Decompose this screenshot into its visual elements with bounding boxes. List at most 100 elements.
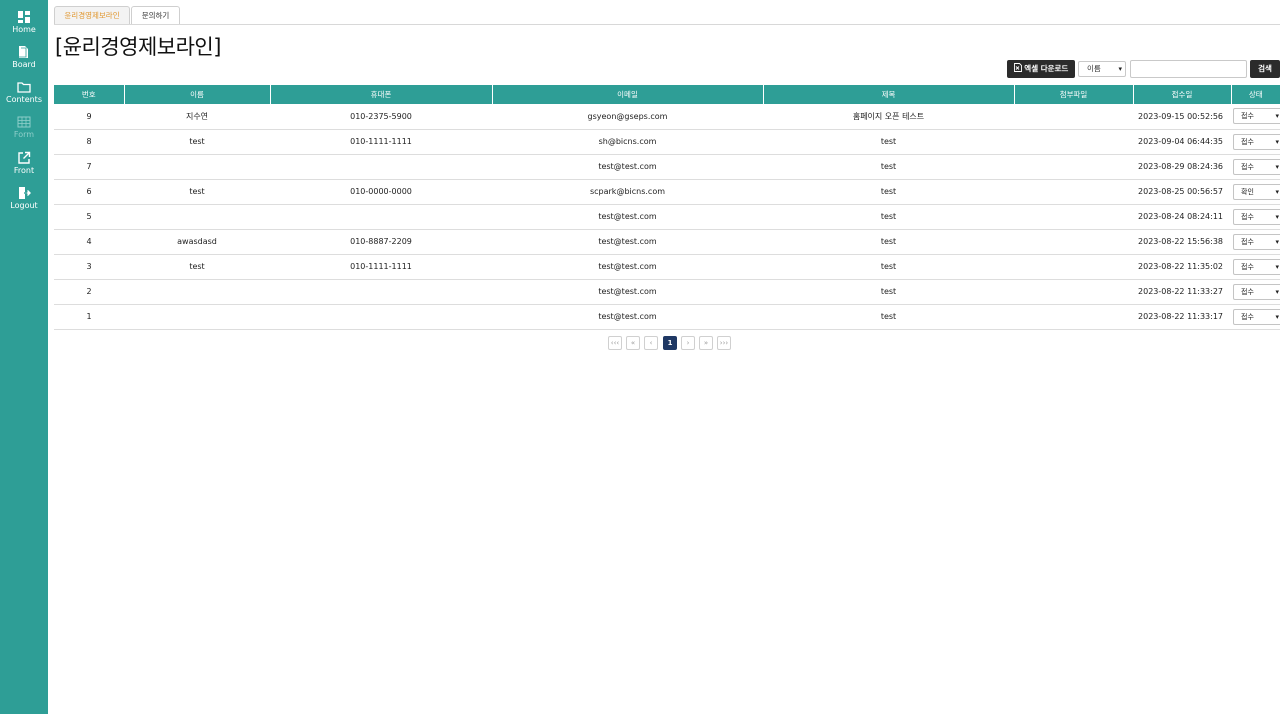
column-header-attachment: 첨부파일 [1014, 85, 1134, 104]
cell-date: 2023-08-22 11:33:17 [1133, 304, 1231, 330]
column-header-phone: 휴대폰 [270, 85, 493, 104]
cell-date: 2023-08-22 11:33:27 [1133, 279, 1231, 305]
table-row[interactable]: 3 test 010-1111-1111 test@test.com test 2023-… [54, 254, 1280, 280]
cell-email: test@test.com [492, 229, 763, 255]
cell-date: 2023-08-24 08:24:11 [1133, 204, 1231, 230]
cell-phone: 010-1111-1111 [270, 129, 492, 155]
cell-no: 2 [54, 279, 124, 305]
page-number-button[interactable]: 1 [663, 336, 677, 350]
cell-date: 2023-08-29 08:24:36 [1133, 154, 1231, 180]
status-value: 접수 [1241, 112, 1254, 121]
cell-status: 접수 ▾ [1231, 129, 1280, 155]
table-row[interactable]: 1 test@test.com test 2023-08-22 11:33:17 접수 ▾ [54, 304, 1280, 330]
sidebar-item-label: Logout [10, 201, 38, 210]
sidebar-item-form[interactable]: Form [0, 115, 48, 149]
cell-subject: test [763, 204, 1014, 230]
first-page-button[interactable]: ‹‹‹ [608, 336, 622, 350]
cell-attachment [1014, 129, 1133, 155]
status-select[interactable]: 접수 ▾ [1233, 108, 1280, 125]
cell-phone [270, 204, 492, 230]
status-value: 접수 [1241, 262, 1254, 271]
cell-status: 접수 ▾ [1231, 154, 1280, 180]
column-header-subject: 제목 [763, 85, 1015, 104]
cell-no: 6 [54, 179, 124, 205]
cell-no: 1 [54, 304, 124, 330]
chevron-down-icon: ▾ [1275, 312, 1279, 321]
cell-email: test@test.com [492, 254, 763, 280]
cell-email: test@test.com [492, 279, 763, 305]
prev-page-button[interactable]: ‹ [644, 336, 658, 350]
status-select[interactable]: 접수 ▾ [1233, 233, 1280, 250]
column-header-name: 이름 [124, 85, 271, 104]
cell-subject: 홈페이지 오픈 테스트 [763, 104, 1014, 130]
status-select[interactable]: 접수 ▾ [1233, 258, 1280, 275]
cell-attachment [1014, 154, 1133, 180]
cell-name [124, 279, 270, 305]
search-field-select[interactable]: 이름 ▾ [1078, 61, 1126, 77]
cell-date: 2023-08-22 11:35:02 [1133, 254, 1231, 280]
cell-no: 3 [54, 254, 124, 280]
sidebar-item-label: Contents [6, 95, 42, 104]
chevron-down-icon: ▾ [1275, 112, 1279, 121]
sidebar-item-label: Form [13, 130, 35, 139]
sidebar-item-label: Home [12, 25, 36, 34]
status-select[interactable]: 접수 ▾ [1233, 308, 1280, 325]
cell-no: 5 [54, 204, 124, 230]
chevron-down-icon: ▾ [1275, 237, 1279, 246]
status-select[interactable]: 접수 ▾ [1233, 208, 1280, 225]
cell-name: 지수연 [124, 104, 270, 130]
status-select[interactable]: 접수 ▾ [1233, 158, 1280, 175]
cell-subject: test [763, 129, 1014, 155]
table-row[interactable]: 4 awasdasd 010-8887-2209 test@test.com test 2… [54, 229, 1280, 255]
cell-status: 접수 ▾ [1231, 204, 1280, 230]
cell-attachment [1014, 229, 1133, 255]
tab-ethics-report[interactable]: 윤리경영제보라인 [54, 6, 130, 25]
column-header-date: 접수일 [1133, 85, 1232, 104]
cell-status: 확인 ▾ [1231, 179, 1280, 205]
next-block-button[interactable]: » [699, 336, 713, 350]
status-value: 접수 [1241, 212, 1254, 221]
next-page-button[interactable]: › [681, 336, 695, 350]
cell-status: 접수 ▾ [1231, 279, 1280, 305]
cell-email: test@test.com [492, 154, 763, 180]
sidebar-item-front[interactable]: Front [0, 151, 48, 185]
sidebar-item-home[interactable]: Home [0, 10, 48, 44]
cell-no: 8 [54, 129, 124, 155]
cell-date: 2023-09-15 00:52:56 [1133, 104, 1231, 130]
sidebar: Home Board Contents Form Front Logout [0, 0, 48, 714]
status-select[interactable]: 접수 ▾ [1233, 283, 1280, 300]
cell-name: test [124, 179, 270, 205]
table-row[interactable]: 8 test 010-1111-1111 sh@bicns.com test 2023-0… [54, 129, 1280, 155]
sidebar-item-board[interactable]: Board [0, 45, 48, 79]
status-value: 접수 [1241, 287, 1254, 296]
tab-divider [54, 24, 1280, 25]
cell-name: test [124, 254, 270, 280]
sidebar-item-contents[interactable]: Contents [0, 80, 48, 114]
cell-no: 7 [54, 154, 124, 180]
main-content: 윤리경영제보라인 문의하기 [윤리경영제보라인] 엑셀 다운로드 이름 ▾ 검색… [48, 0, 1280, 714]
last-page-button[interactable]: ››› [717, 336, 731, 350]
cell-phone [270, 154, 492, 180]
dashboard-icon [18, 11, 30, 23]
tab-inquiry[interactable]: 문의하기 [131, 6, 180, 25]
search-button[interactable]: 검색 [1250, 60, 1280, 78]
cell-phone: 010-0000-0000 [270, 179, 492, 205]
cell-subject: test [763, 279, 1014, 305]
status-select[interactable]: 접수 ▾ [1233, 133, 1280, 150]
cell-no: 4 [54, 229, 124, 255]
sidebar-item-label: Board [12, 60, 36, 69]
excel-download-button[interactable]: 엑셀 다운로드 [1007, 60, 1075, 78]
table-row[interactable]: 6 test 010-0000-0000 scpark@bicns.com test 20… [54, 179, 1280, 205]
excel-file-icon [1013, 63, 1022, 72]
status-select[interactable]: 확인 ▾ [1233, 183, 1280, 200]
table-row[interactable]: 7 test@test.com test 2023-08-29 08:24:36 접수 ▾ [54, 154, 1280, 180]
prev-block-button[interactable]: « [626, 336, 640, 350]
sidebar-item-logout[interactable]: Logout [0, 186, 48, 220]
search-input[interactable] [1130, 60, 1247, 78]
table-row[interactable]: 9 지수연 010-2375-5900 gsyeon@gseps.com 홈페이지 오픈… [54, 104, 1280, 130]
column-header-no: 번호 [54, 85, 125, 104]
status-value: 접수 [1241, 162, 1254, 171]
cell-phone: 010-8887-2209 [270, 229, 492, 255]
table-row[interactable]: 2 test@test.com test 2023-08-22 11:33:27 접수 ▾ [54, 279, 1280, 305]
table-row[interactable]: 5 test@test.com test 2023-08-24 08:24:11 접수 ▾ [54, 204, 1280, 230]
